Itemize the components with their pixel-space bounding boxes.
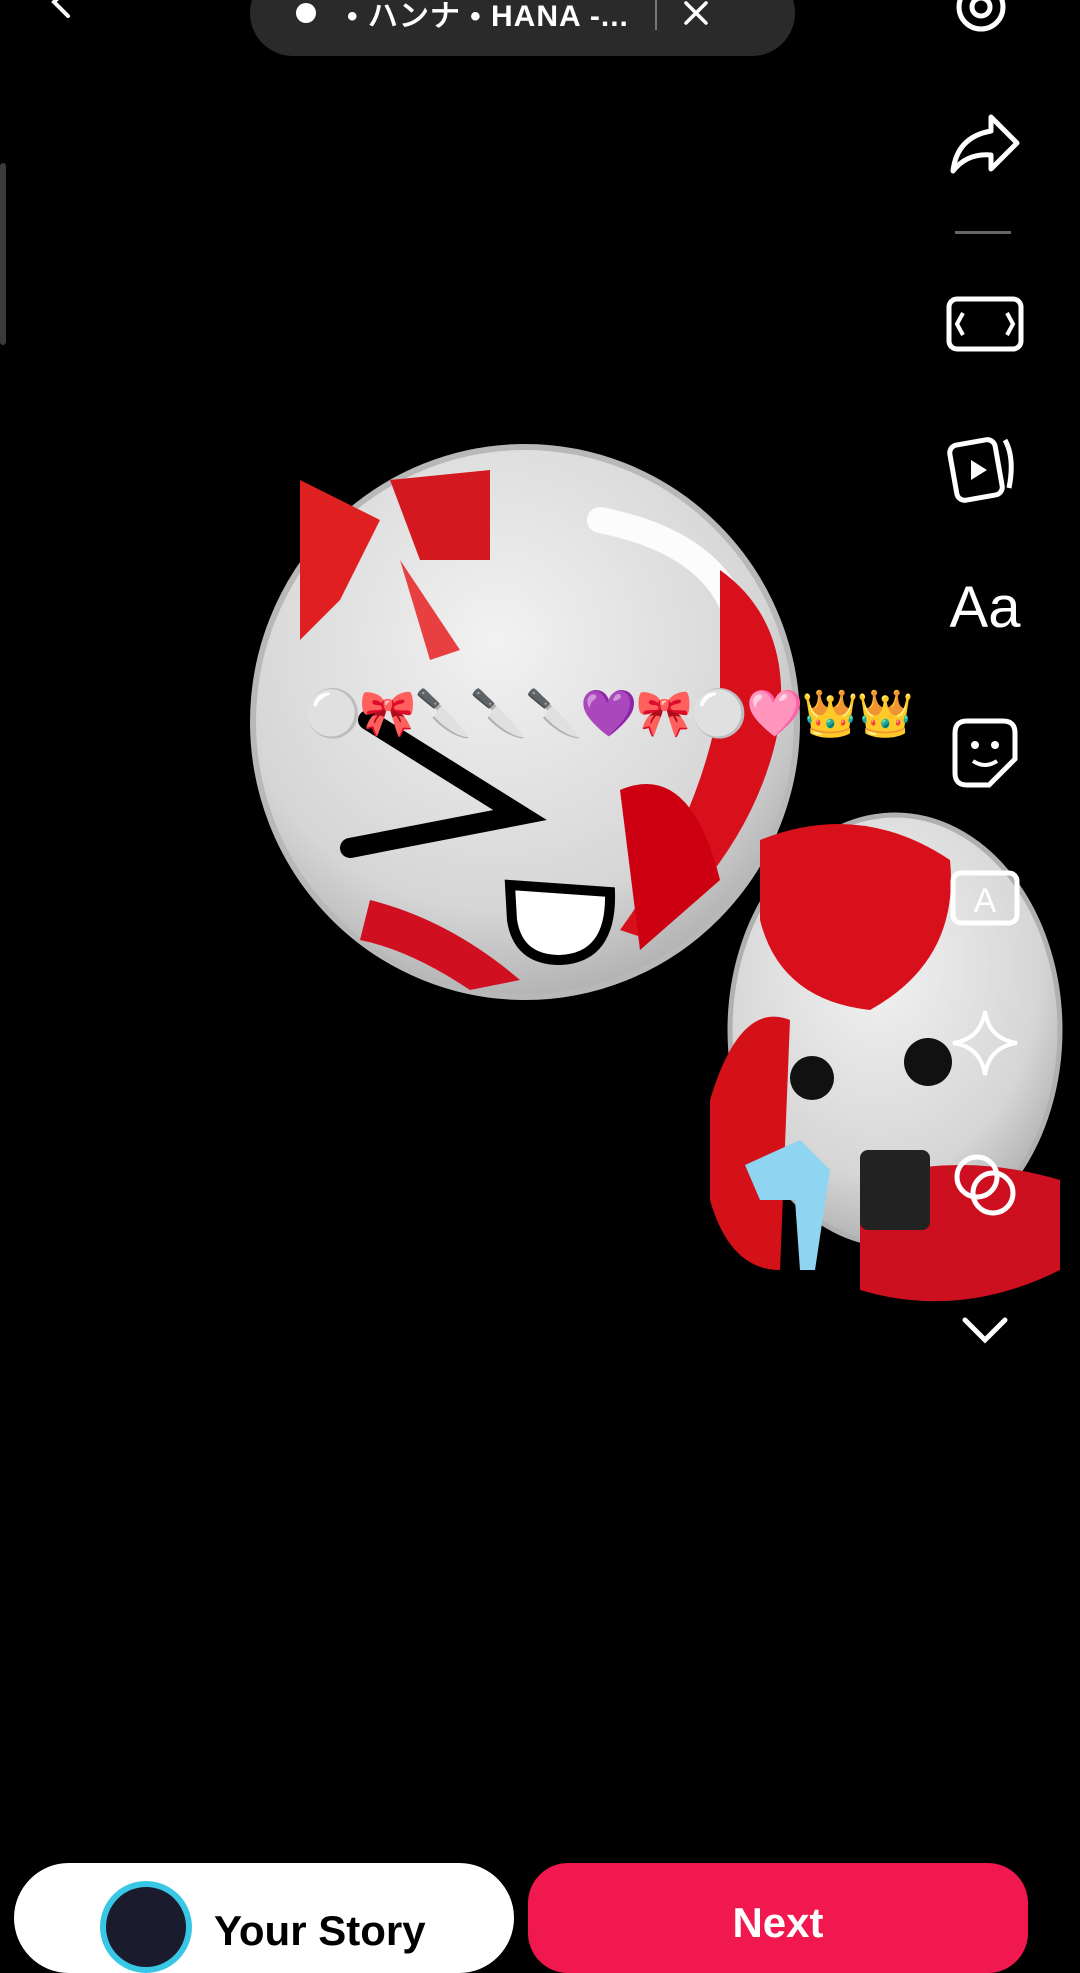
clips-icon[interactable] [945, 428, 1025, 508]
music-divider [654, 0, 657, 30]
layout-icon[interactable] [945, 1145, 1025, 1225]
settings-gear-icon[interactable] [950, 0, 1012, 38]
next-label: Next [732, 1899, 824, 1946]
your-story-label: Your Story [214, 1907, 426, 1954]
effects-sparkle-icon[interactable] [945, 1003, 1025, 1083]
music-title: • ハンナ • HANA -... [347, 0, 629, 33]
your-story-button[interactable]: Your Story [14, 1863, 514, 1973]
emoji-text-sticker[interactable]: ⚪🎀🔪🔪🔪💜🎀⚪🩷👑👑 [304, 686, 914, 741]
music-note-icon [296, 3, 316, 23]
text-tool-button[interactable]: Aa [945, 568, 1025, 648]
share-icon[interactable] [945, 103, 1025, 183]
music-selector[interactable]: • ハンナ • HANA -... [250, 0, 795, 56]
chevron-down-icon[interactable] [945, 1290, 1025, 1370]
toolbar-divider [955, 231, 1011, 234]
story-artwork [250, 444, 1063, 1302]
sticker-icon[interactable] [945, 713, 1025, 793]
close-icon[interactable] [683, 0, 709, 26]
next-button[interactable]: Next [528, 1863, 1028, 1973]
svg-text:A: A [974, 882, 997, 920]
aspect-ratio-icon[interactable] [945, 283, 1025, 363]
back-chevron-icon[interactable] [40, 0, 80, 22]
caption-icon[interactable]: A [945, 857, 1025, 937]
avatar [100, 1881, 192, 1973]
scroll-indicator [0, 163, 6, 345]
